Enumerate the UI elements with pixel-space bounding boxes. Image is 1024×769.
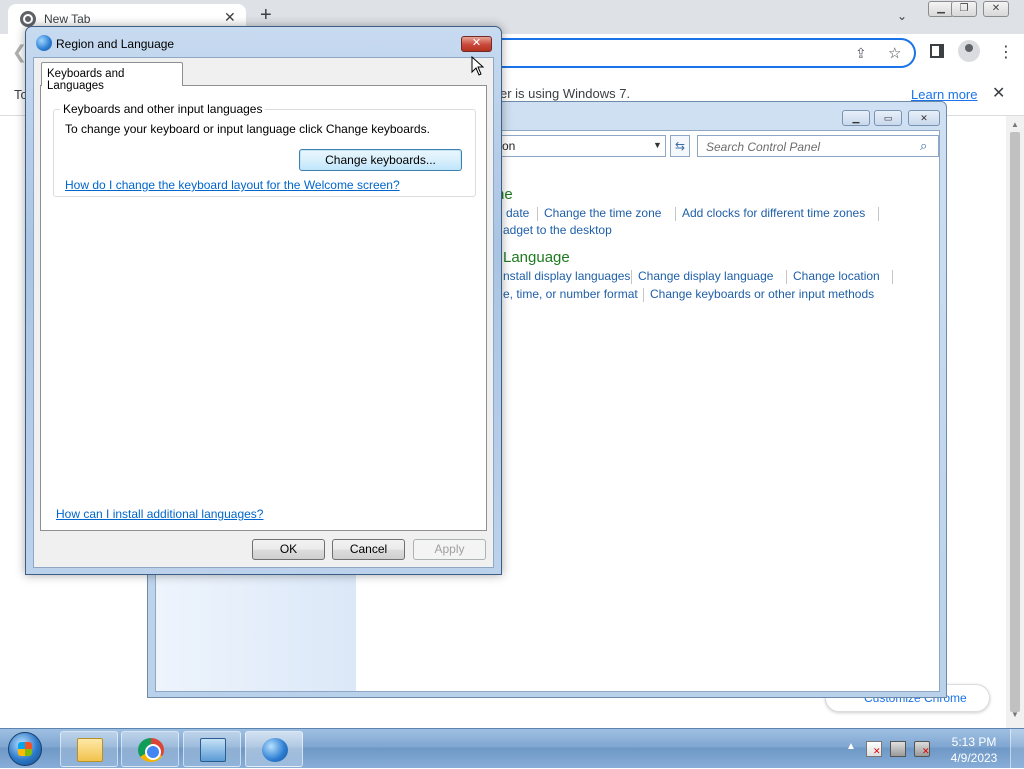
cp-search-placeholder: Search Control Panel <box>706 140 821 154</box>
taskbar-explorer-button[interactable] <box>60 731 118 767</box>
install-display-languages-link[interactable]: nstall display languages <box>503 269 630 283</box>
link-separator <box>537 207 538 221</box>
share-icon[interactable]: ⇪ <box>855 45 867 62</box>
link-separator <box>675 207 676 221</box>
change-display-language-link[interactable]: Change display language <box>638 269 773 283</box>
search-icon[interactable]: ⌕ <box>920 138 927 154</box>
link-separator <box>786 270 787 284</box>
new-tab-button[interactable]: + <box>260 5 272 25</box>
cp-close-button[interactable]: ✕ <box>908 110 940 126</box>
apply-button[interactable]: Apply <box>413 539 486 560</box>
learn-more-link[interactable]: Learn more <box>911 87 977 102</box>
chrome-icon <box>138 738 164 762</box>
profile-avatar-icon[interactable] <box>958 40 980 62</box>
link-separator <box>892 270 893 284</box>
cp-address-text: on <box>502 139 516 153</box>
welcome-screen-keyboard-link[interactable]: How do I change the keyboard layout for … <box>65 178 400 192</box>
change-format-link[interactable]: e, time, or number format <box>503 287 638 301</box>
group-description: To change your keyboard or input languag… <box>65 122 430 136</box>
chrome-close-button[interactable]: ✕ <box>983 1 1009 17</box>
gadget-link[interactable]: adget to the desktop <box>503 223 612 237</box>
cp-maximize-button[interactable]: ▭ <box>874 110 902 126</box>
tab-title: New Tab <box>44 12 91 26</box>
ok-button[interactable]: OK <box>252 539 325 560</box>
start-button[interactable] <box>4 730 48 768</box>
region-language-heading[interactable]: Language <box>503 249 570 266</box>
change-keyboards-button[interactable]: Change keyboards... <box>299 149 462 171</box>
infobar-message: er is using Windows 7. <box>500 86 631 101</box>
globe-icon <box>36 35 52 51</box>
control-panel-icon <box>200 738 226 762</box>
scroll-up-icon[interactable]: ▲ <box>1011 120 1019 129</box>
network-icon[interactable] <box>890 741 906 757</box>
taskbar-region-language-button[interactable] <box>245 731 303 767</box>
region-language-dialog: Region and Language ✕ Keyboards and Lang… <box>25 26 502 575</box>
bookmark-star-icon[interactable]: ☆ <box>888 44 901 62</box>
taskbar-control-panel-button[interactable] <box>183 731 241 767</box>
chrome-scrollbar[interactable]: ▲ ▼ <box>1006 116 1024 728</box>
chrome-favicon-icon <box>20 11 36 27</box>
volume-muted-icon[interactable] <box>914 741 930 757</box>
address-dropdown-icon[interactable]: ▼ <box>653 140 662 150</box>
group-label: Keyboards and other input languages <box>60 102 266 116</box>
cancel-button[interactable]: Cancel <box>332 539 405 560</box>
link-separator <box>878 207 879 221</box>
tab-page: Keyboards and other input languages To c… <box>40 85 487 531</box>
add-clocks-link[interactable]: Add clocks for different time zones <box>682 206 865 220</box>
date-link[interactable]: date <box>506 206 529 220</box>
omnibox[interactable]: ⇪ ☆ <box>480 38 916 68</box>
dialog-title: Region and Language <box>56 37 175 51</box>
refresh-icon[interactable]: ⇆ <box>670 135 690 157</box>
cp-minimize-button[interactable]: ▁ <box>842 110 870 126</box>
chrome-menu-icon[interactable]: ⋮ <box>998 42 1014 62</box>
tab-close-icon[interactable]: ✕ <box>224 9 236 26</box>
side-panel-icon[interactable] <box>930 44 944 58</box>
action-center-flag-icon[interactable] <box>866 741 882 757</box>
cp-search-input[interactable]: Search Control Panel ⌕ <box>697 135 939 157</box>
clock-date[interactable]: 4/9/2023 <box>946 751 1002 765</box>
change-location-link[interactable]: Change location <box>793 269 880 283</box>
infobar-close-icon[interactable]: ✕ <box>992 83 1005 103</box>
scroll-down-icon[interactable]: ▼ <box>1011 710 1019 719</box>
change-time-zone-link[interactable]: Change the time zone <box>544 206 661 220</box>
install-languages-link[interactable]: How can I install additional languages? <box>56 507 263 521</box>
link-separator <box>631 270 632 284</box>
keyboards-group: Keyboards and other input languages To c… <box>53 102 476 197</box>
show-desktop-button[interactable] <box>1010 729 1024 769</box>
clock-time[interactable]: 5:13 PM <box>946 735 1002 749</box>
link-separator <box>643 288 644 302</box>
tab-label: Keyboards and Languages <box>47 68 125 92</box>
change-keyboards-link[interactable]: Change keyboards or other input methods <box>650 287 874 301</box>
tab-search-icon[interactable]: ⌄ <box>897 9 907 23</box>
region-globe-icon <box>262 738 288 762</box>
tray-expand-icon[interactable]: ▲ <box>846 741 856 752</box>
scrollbar-thumb[interactable] <box>1010 132 1020 712</box>
windows-start-icon <box>8 732 42 766</box>
taskbar: ▲ 5:13 PM 4/9/2023 <box>0 728 1024 769</box>
tab-keyboards-and-languages[interactable]: Keyboards and Languages <box>41 62 183 92</box>
taskbar-chrome-button[interactable] <box>121 731 179 767</box>
dialog-body: Keyboards and Languages Keyboards and ot… <box>33 57 494 568</box>
mouse-cursor-icon <box>471 56 485 76</box>
chrome-restore-button[interactable]: ❐ <box>951 1 977 17</box>
dialog-close-button[interactable]: ✕ <box>461 36 492 52</box>
folder-icon <box>77 738 103 762</box>
